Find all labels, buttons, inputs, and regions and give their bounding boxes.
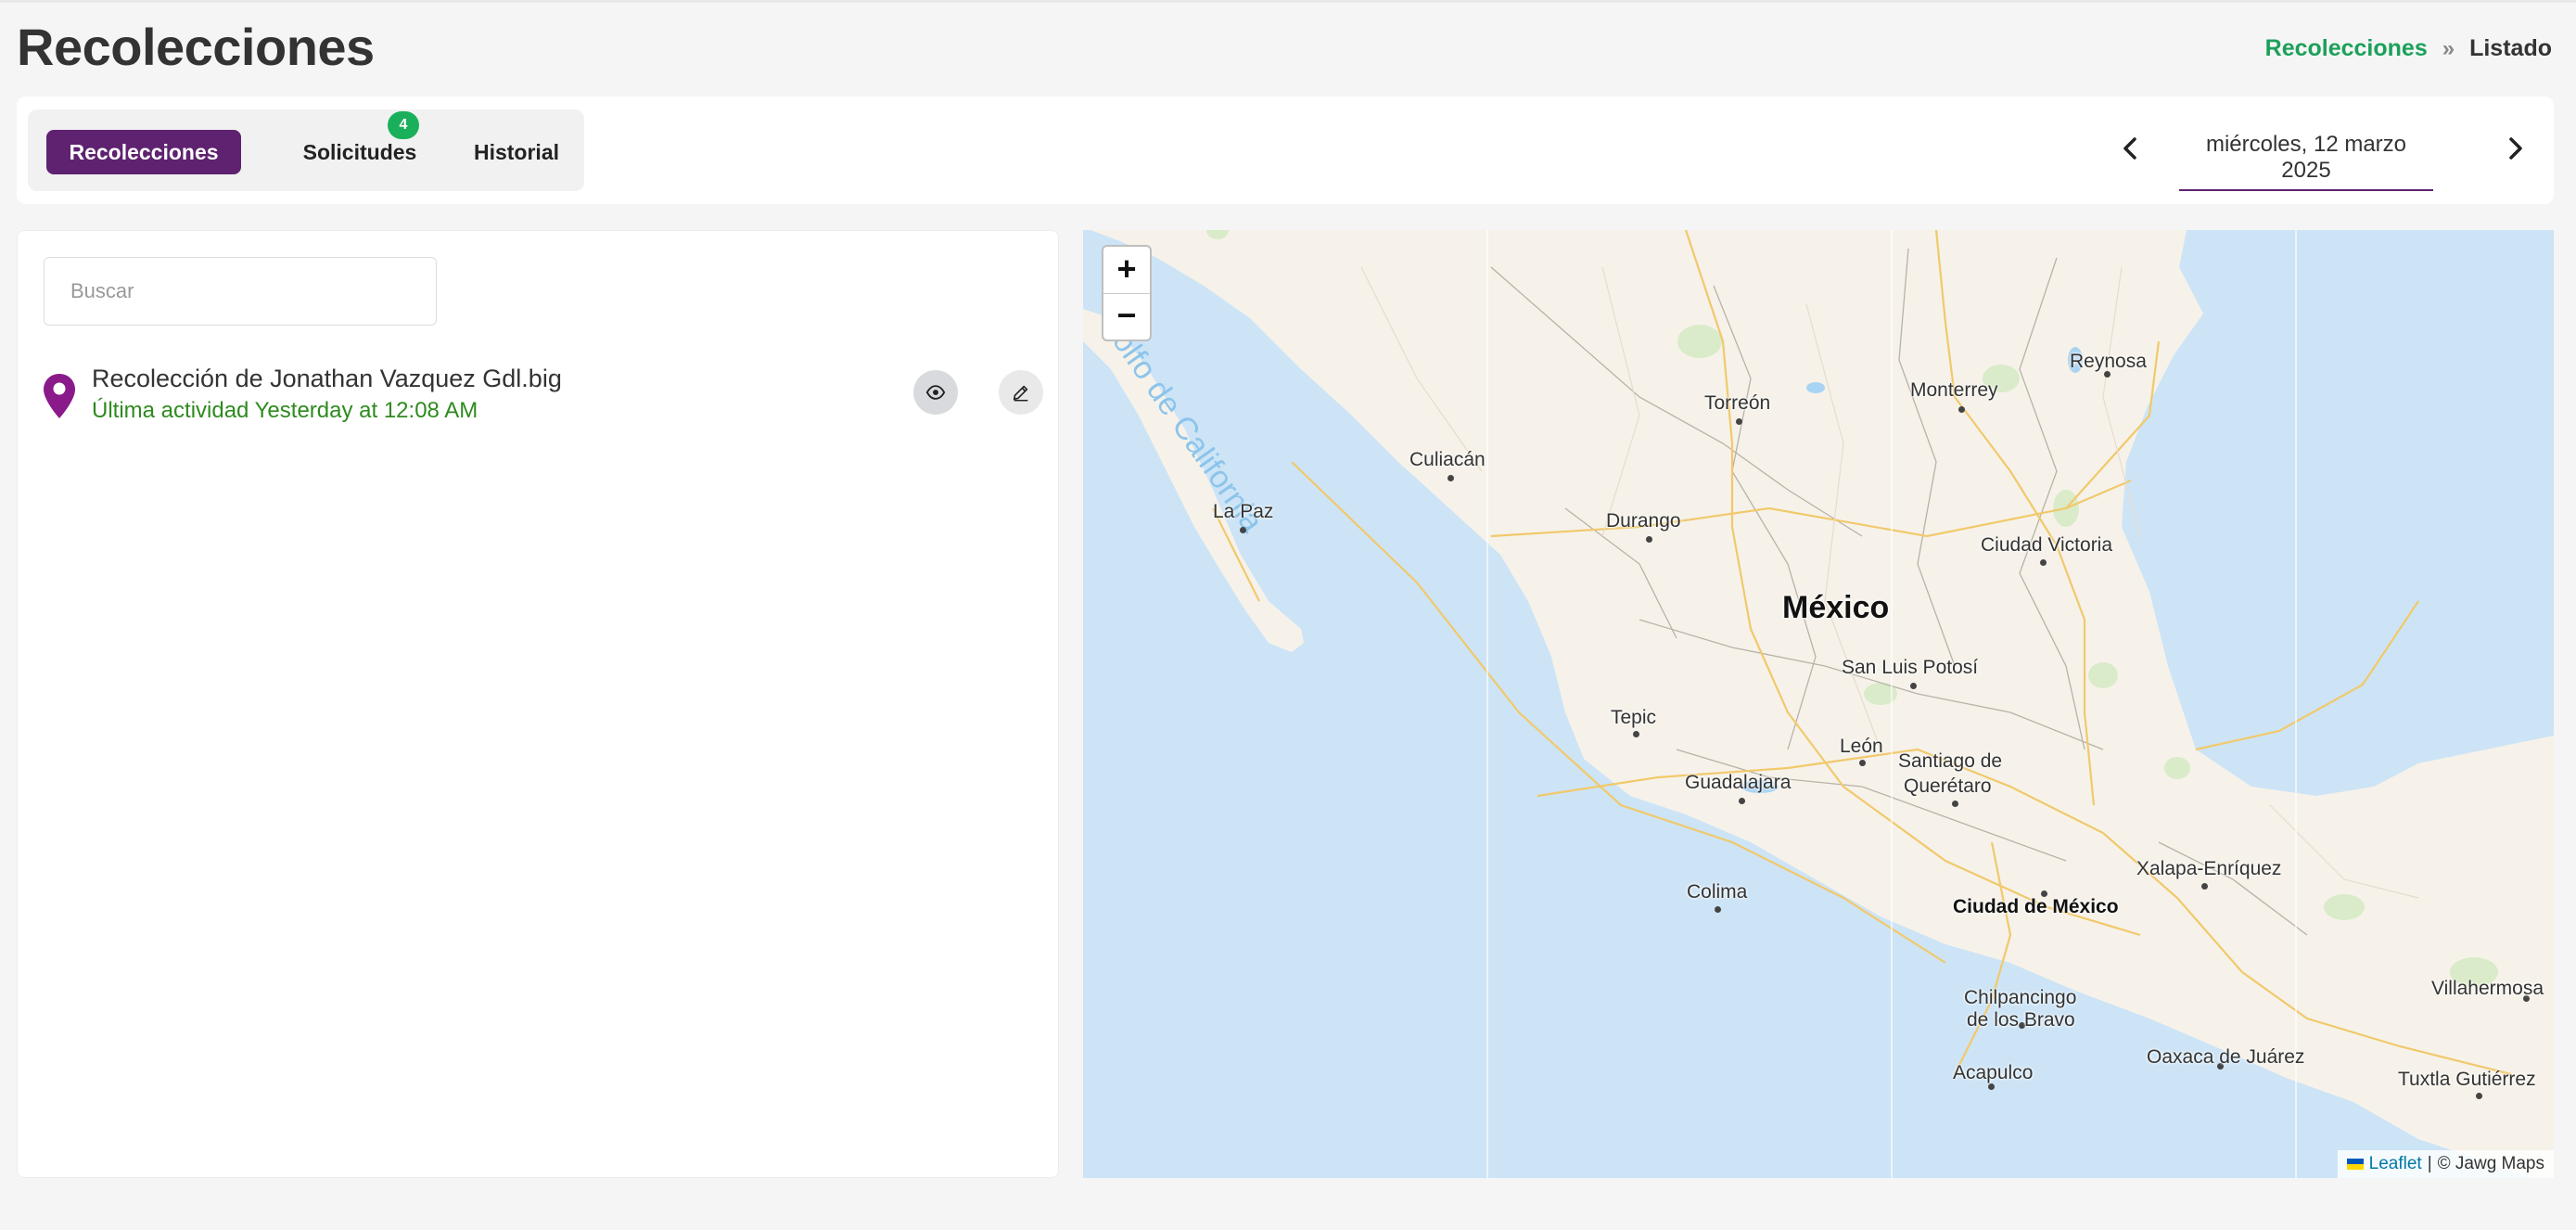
search-input[interactable] xyxy=(44,257,437,326)
page-title: Recolecciones xyxy=(17,18,375,76)
place-label: Oaxaca de Juárez xyxy=(2147,1046,2305,1068)
city-marker xyxy=(2476,1093,2482,1099)
place-label: La Paz xyxy=(1213,501,1274,522)
list-item[interactable]: Recolección de Jonathan Vazquez Gdl.big … xyxy=(42,361,1052,444)
place-label: León xyxy=(1840,736,1883,757)
edit-button[interactable] xyxy=(999,370,1043,415)
ukraine-flag-icon xyxy=(2346,1159,2364,1170)
place-label: San Luis Potosí xyxy=(1842,657,1979,678)
solicitudes-count-badge: 4 xyxy=(388,111,419,139)
tab-group: Recolecciones Solicitudes 4 Historial xyxy=(28,109,584,191)
place-label: de los Bravo xyxy=(1967,1009,2075,1031)
place-label: Monterrey xyxy=(1910,379,1998,401)
top-border xyxy=(0,0,2576,3)
place-label: Xalapa-Enríquez xyxy=(2136,858,2282,879)
map[interactable]: Golfo de California + − Reynosa Monterre… xyxy=(1083,230,2554,1178)
place-label: Querétaro xyxy=(1904,775,1992,797)
place-label: Reynosa xyxy=(2070,351,2147,372)
city-marker xyxy=(1958,406,1965,413)
attribution-text: © Jawg Maps xyxy=(2437,1154,2544,1173)
toolbar: Recolecciones Solicitudes 4 Historial mi… xyxy=(17,96,2554,204)
place-label: Tepic xyxy=(1611,707,1657,728)
place-label: Tuxtla Gutiérrez xyxy=(2398,1069,2536,1090)
place-label: Acapulco xyxy=(1953,1062,2034,1083)
city-marker xyxy=(1988,1083,1995,1090)
city-marker xyxy=(1715,906,1721,913)
map-pin-icon xyxy=(44,374,75,418)
city-marker xyxy=(1910,683,1917,689)
item-last-activity: Última actividad Yesterday at 12:08 AM xyxy=(92,398,478,423)
map-basemap xyxy=(1083,230,2554,1178)
city-marker xyxy=(1447,475,1454,481)
next-day-button[interactable] xyxy=(2494,128,2535,169)
breadcrumb: Recolecciones » Listado xyxy=(2265,35,2552,62)
date-picker[interactable]: miércoles, 12 marzo 2025 xyxy=(2179,132,2433,191)
view-button[interactable] xyxy=(913,370,958,415)
attribution-separator: | xyxy=(2427,1154,2432,1173)
city-marker xyxy=(1633,731,1639,737)
eye-icon xyxy=(925,385,946,400)
place-label: Torreón xyxy=(1704,392,1771,414)
chevron-right-icon xyxy=(2509,137,2522,160)
zoom-in-button[interactable]: + xyxy=(1103,247,1150,294)
pencil-icon xyxy=(1013,385,1028,402)
zoom-out-button[interactable]: − xyxy=(1103,293,1150,340)
country-label: México xyxy=(1782,590,1890,625)
date-navigator: miércoles, 12 marzo 2025 xyxy=(2090,96,2554,204)
place-label: Chilpancingo xyxy=(1964,987,2077,1008)
place-label: Durango xyxy=(1606,510,1681,532)
breadcrumb-current: Listado xyxy=(2469,35,2552,61)
tab-solicitudes[interactable]: Solicitudes xyxy=(267,130,453,174)
city-marker xyxy=(1859,760,1866,766)
place-label: Villahermosa xyxy=(2431,978,2544,999)
city-marker xyxy=(2201,883,2208,890)
city-marker xyxy=(1952,801,1958,807)
previous-day-button[interactable] xyxy=(2111,128,2151,169)
place-label-capital: Ciudad de México xyxy=(1953,896,2119,917)
city-marker xyxy=(1646,536,1652,543)
item-title: Recolección de Jonathan Vazquez Gdl.big xyxy=(92,365,562,392)
city-marker xyxy=(1736,418,1742,425)
place-label: Colima xyxy=(1687,881,1748,903)
place-label: Santiago de xyxy=(1898,750,2003,772)
chevron-left-icon xyxy=(2123,137,2136,160)
tab-recolecciones[interactable]: Recolecciones xyxy=(46,130,241,174)
city-marker xyxy=(1739,798,1745,804)
map-attribution: Leaflet | © Jawg Maps xyxy=(2337,1150,2554,1178)
collections-list-panel: Recolección de Jonathan Vazquez Gdl.big … xyxy=(17,230,1059,1178)
tab-historial[interactable]: Historial xyxy=(456,130,577,174)
place-label: Guadalajara xyxy=(1685,772,1792,793)
city-marker xyxy=(1240,527,1246,533)
city-marker xyxy=(2040,559,2047,566)
breadcrumb-link-recolecciones[interactable]: Recolecciones xyxy=(2265,35,2428,62)
breadcrumb-separator: » xyxy=(2442,35,2455,61)
place-label: Ciudad Victoria xyxy=(1981,534,2113,556)
zoom-control: + − xyxy=(1102,245,1152,341)
place-label: Culiacán xyxy=(1409,449,1486,470)
leaflet-link[interactable]: Leaflet xyxy=(2369,1154,2422,1174)
